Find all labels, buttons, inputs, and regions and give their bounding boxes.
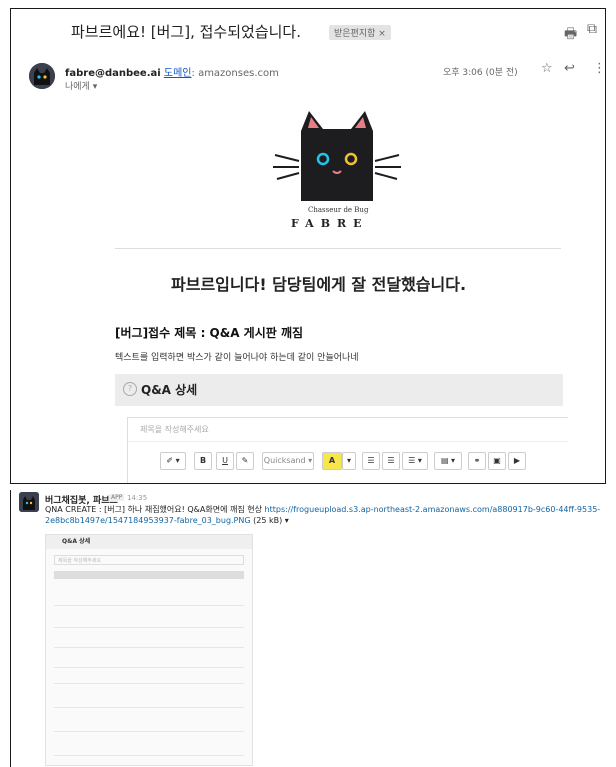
bug-title: [버그]접수 제목 : Q&A 게시판 깨짐 (115, 326, 304, 340)
thumb-title: Q&A 상세 (46, 535, 252, 549)
thumb-row-line (54, 627, 244, 628)
inbox-label-badge[interactable]: 받은편지함 × (329, 25, 391, 40)
star-icon[interactable]: ☆ (541, 61, 553, 76)
thumb-row-line (54, 707, 244, 708)
thumb-row-line (54, 605, 244, 606)
message-text: QNA CREATE : [버그] 하나 채집했어요! Q&A화면에 깨짐 현상 (45, 505, 265, 514)
table-dropdown-button: ▤ ▾ (434, 452, 462, 470)
underline-button: U (216, 452, 234, 470)
recipient-dropdown[interactable]: 나에게 ▾ (65, 79, 97, 92)
fabre-cat-logo (273, 111, 401, 201)
paragraph-dropdown-button: ☰ ▾ (402, 452, 428, 470)
print-icon[interactable]: 🖶 (564, 23, 577, 47)
email-time: 오후 3:06 (0분 전) (443, 68, 518, 78)
sender-email[interactable]: fabre@danbee.ai (65, 68, 161, 79)
attachment-size[interactable]: (25 kB) ▾ (251, 516, 289, 525)
highlight-button: A (322, 452, 342, 470)
style-dropdown-button: ✐ ▾ (160, 452, 186, 470)
thumb-row-line (54, 667, 244, 668)
more-vert-icon[interactable]: ⋮ (593, 61, 605, 76)
bold-button: B (194, 452, 212, 470)
qa-detail-header: ? Q&A 상세 (115, 374, 563, 406)
email-panel: 파브르에요! [버그], 접수되었습니다. 받은편지함 × 🖶 ⧉ fabre@… (10, 8, 606, 484)
thumb-row-line (54, 755, 244, 756)
sender-line: fabre@danbee.ai 도메인: amazonses.com (65, 68, 279, 79)
title-placeholder: 제목을 작성해주세요 (128, 418, 568, 442)
thumb-row-line (54, 731, 244, 732)
email-headline: 파브르입니다! 담당팀에게 잘 전달했습니다. (171, 275, 467, 294)
thumb-row-line (54, 683, 244, 684)
slack-message: QNA CREATE : [버그] 하나 채집했어요! Q&A화면에 깨짐 현상… (45, 504, 605, 526)
attachment-thumbnail[interactable]: Q&A 상세 제목을 작성해주세요 (45, 534, 253, 766)
divider (115, 248, 561, 249)
email-subject: 파브르에요! [버그], 접수되었습니다. (71, 23, 301, 41)
slack-panel: 버그채집봇, 파브르 APP 14:35 QNA CREATE : [버그] 하… (10, 490, 606, 767)
qa-editor-screenshot: 제목을 작성해주세요 ✐ ▾ B U ✎ Quicksand ▾ A ▾ ☰ ☰… (127, 417, 568, 483)
video-button: ▶ (508, 452, 526, 470)
message-time[interactable]: 14:35 (127, 494, 147, 502)
via-domain: amazonses.com (198, 68, 279, 79)
via-label[interactable]: 도메인 (164, 68, 192, 79)
qa-detail-title: Q&A 상세 (141, 383, 198, 397)
reply-icon[interactable]: ↩ (564, 61, 575, 76)
link-button: ⚭ (468, 452, 486, 470)
bug-description: 텍스트를 입력하면 박스가 같이 늘어나야 하는데 같이 안늘어나네 (115, 353, 359, 363)
thumb-placeholder: 제목을 작성해주세요 (54, 555, 244, 565)
image-button: ▣ (488, 452, 506, 470)
app-badge: APP (109, 494, 125, 501)
ordered-list-button: ☰ (382, 452, 400, 470)
thumb-toolbar (54, 571, 244, 579)
help-icon: ? (123, 382, 137, 396)
bot-avatar[interactable] (19, 492, 39, 512)
eraser-button: ✎ (236, 452, 254, 470)
thumb-row-line (54, 647, 244, 648)
logo-wordmark: FABRE (291, 217, 369, 230)
highlight-dropdown-caret: ▾ (342, 452, 356, 470)
logo-tagline: Chasseur de Bug (308, 206, 369, 214)
open-new-window-icon[interactable]: ⧉ (587, 21, 597, 37)
unordered-list-button: ☰ (362, 452, 380, 470)
font-dropdown-button: Quicksand ▾ (262, 452, 314, 470)
sender-avatar (29, 63, 55, 89)
